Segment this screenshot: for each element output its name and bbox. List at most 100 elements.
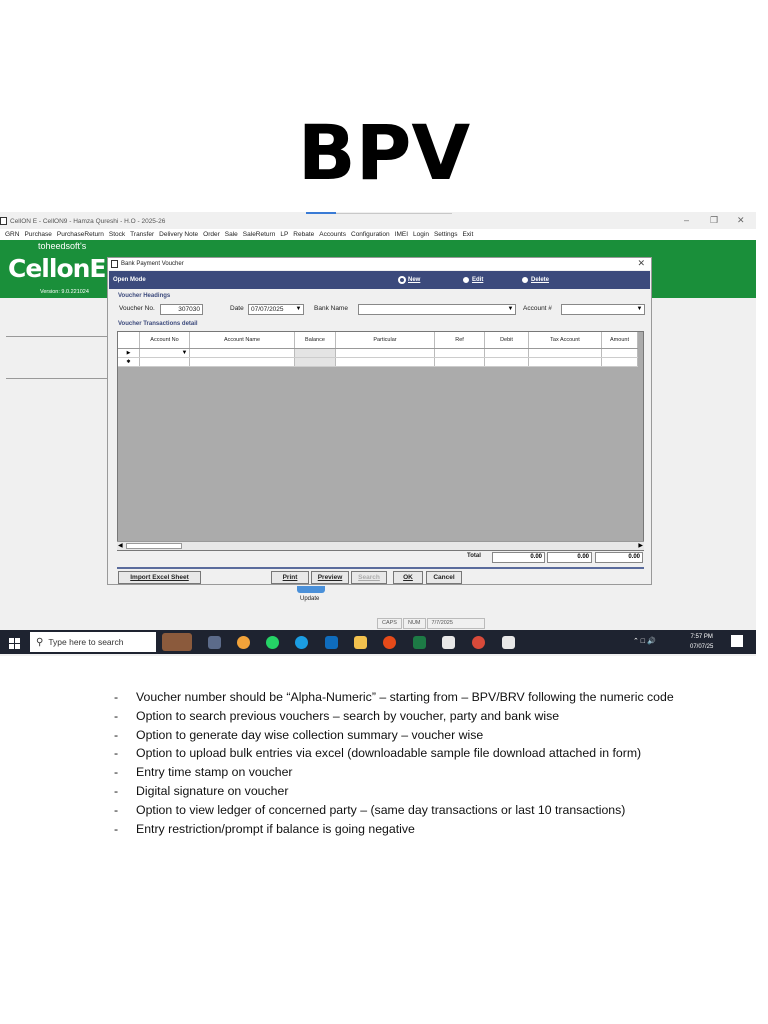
whatsapp-icon[interactable]: [266, 636, 279, 649]
dialog-close-icon[interactable]: ✕: [637, 258, 645, 269]
date-picker[interactable]: 07/07/2025 ▼: [248, 304, 304, 315]
balance-cell: [295, 358, 336, 366]
copilot-icon[interactable]: [237, 636, 250, 649]
ref-cell[interactable]: [435, 349, 485, 357]
menu-item-grn[interactable]: GRN: [5, 231, 19, 238]
col-account-no[interactable]: Account No: [140, 332, 190, 348]
table-row[interactable]: ▶ ▼: [118, 349, 638, 358]
restore-icon[interactable]: ❐: [710, 215, 718, 226]
radio-selected-icon: [399, 277, 405, 283]
print-button[interactable]: Print: [271, 571, 309, 584]
taskbar-search[interactable]: ⚲ Type here to search: [30, 632, 156, 652]
current-row-icon: ▶: [118, 349, 140, 357]
scrollbar-thumb[interactable]: [126, 543, 182, 549]
menu-item-order[interactable]: Order: [203, 231, 220, 238]
tax-account-cell[interactable]: [529, 358, 602, 366]
amount-cell[interactable]: [602, 349, 638, 357]
menu-item-imei[interactable]: IMEI: [395, 231, 408, 238]
scroll-left-icon[interactable]: ◀: [118, 542, 123, 549]
excel-icon[interactable]: [413, 636, 426, 649]
menu-item-sale[interactable]: Sale: [225, 231, 238, 238]
col-tax-account[interactable]: Tax Account: [529, 332, 602, 348]
menu-item-delivery-note[interactable]: Delivery Note: [159, 231, 198, 238]
import-excel-button[interactable]: Import Excel Sheet: [118, 571, 201, 584]
search-button[interactable]: Search: [351, 571, 387, 584]
open-mode-bar: Open Mode New Edit Delete: [109, 271, 650, 289]
amount-cell[interactable]: [602, 358, 638, 366]
taskbar-date: 07/07/25: [690, 644, 714, 650]
account-select[interactable]: ▼: [561, 304, 645, 315]
mode-edit-radio[interactable]: Edit: [463, 277, 483, 283]
list-item: Option to view ledger of concerned party…: [114, 801, 714, 820]
menu-item-login[interactable]: Login: [413, 231, 429, 238]
col-debit[interactable]: Debit: [485, 332, 529, 348]
chrome-profile-icon[interactable]: [472, 636, 485, 649]
outlook-icon[interactable]: [325, 636, 338, 649]
task-view-icon[interactable]: [208, 636, 221, 649]
weather-icon[interactable]: [162, 633, 192, 651]
taskbar-clock[interactable]: 7:57 PM 07/07/25: [690, 632, 713, 652]
table-row[interactable]: ✱: [118, 358, 638, 367]
notification-icon[interactable]: [731, 635, 743, 647]
menu-item-exit[interactable]: Exit: [462, 231, 473, 238]
menu-item-lp[interactable]: LP: [280, 231, 288, 238]
col-account-name[interactable]: Account Name: [190, 332, 295, 348]
menu-item-settings[interactable]: Settings: [434, 231, 458, 238]
app-logo: CellonE: [8, 254, 106, 283]
menu-item-purchase[interactable]: Purchase: [24, 231, 51, 238]
tax-account-cell[interactable]: [529, 349, 602, 357]
minimize-icon[interactable]: –: [684, 215, 689, 225]
transactions-grid[interactable]: Account No Account Name Balance Particul…: [117, 331, 644, 551]
status-bar: CAPS NUM 7/7/2025: [377, 618, 486, 629]
windows-start-icon[interactable]: [9, 636, 20, 649]
menu-item-configuration[interactable]: Configuration: [351, 231, 390, 238]
menu-item-rebate[interactable]: Rebate: [293, 231, 314, 238]
col-amount[interactable]: Amount: [602, 332, 638, 348]
update-label[interactable]: Update: [300, 596, 319, 602]
bank-name-select[interactable]: ▼: [358, 304, 516, 315]
menu-item-purchase-return[interactable]: PurchaseReturn: [57, 231, 104, 238]
account-no-cell[interactable]: [140, 358, 190, 366]
app-window-icon[interactable]: [442, 636, 455, 649]
total-amount: 0.00: [595, 552, 643, 563]
close-icon[interactable]: ✕: [737, 215, 745, 226]
account-name-cell[interactable]: [190, 358, 295, 366]
menu-item-stock[interactable]: Stock: [109, 231, 125, 238]
menu-item-transfer[interactable]: Transfer: [130, 231, 154, 238]
new-row-icon: ✱: [118, 358, 140, 366]
col-particular[interactable]: Particular: [336, 332, 435, 348]
app-window-title: CellON E - CellON9 - Hamza Qureshi - H.O…: [0, 215, 165, 227]
file-explorer-icon[interactable]: [354, 636, 367, 649]
chrome-icon[interactable]: [383, 636, 396, 649]
ref-cell[interactable]: [435, 358, 485, 366]
horizontal-scrollbar[interactable]: ◀ ▶: [117, 541, 644, 550]
mode-delete-radio[interactable]: Delete: [522, 277, 549, 283]
edge-icon[interactable]: [295, 636, 308, 649]
radio-icon: [522, 277, 528, 283]
menu-item-accounts[interactable]: Accounts: [319, 231, 346, 238]
particular-cell[interactable]: [336, 349, 435, 357]
chevron-down-icon: ▼: [295, 306, 302, 312]
account-no-cell[interactable]: ▼: [140, 349, 190, 357]
particular-cell[interactable]: [336, 358, 435, 366]
system-tray-icon[interactable]: ⌃ □ 🔊: [633, 637, 656, 645]
menu-item-sale-return[interactable]: SaleReturn: [243, 231, 276, 238]
list-item: Digital signature on voucher: [114, 782, 714, 801]
debit-cell[interactable]: [485, 358, 529, 366]
cancel-button[interactable]: Cancel: [426, 571, 462, 584]
total-label: Total: [467, 553, 481, 559]
app-window-title-text: CellON E - CellON9 - Hamza Qureshi - H.O…: [10, 217, 166, 225]
grid-header: Account No Account Name Balance Particul…: [118, 332, 638, 349]
mode-new-radio[interactable]: New: [399, 277, 420, 283]
preview-button[interactable]: Preview: [311, 571, 349, 584]
list-item: Entry time stamp on voucher: [114, 763, 714, 782]
debit-cell[interactable]: [485, 349, 529, 357]
update-tab[interactable]: [297, 586, 325, 593]
voucher-no-field[interactable]: 307030: [160, 304, 203, 315]
ok-button[interactable]: OK: [393, 571, 423, 584]
scroll-right-icon[interactable]: ▶: [638, 542, 643, 549]
col-balance[interactable]: Balance: [295, 332, 336, 348]
col-ref[interactable]: Ref: [435, 332, 485, 348]
account-name-cell[interactable]: [190, 349, 295, 357]
app-window-icon[interactable]: [502, 636, 515, 649]
